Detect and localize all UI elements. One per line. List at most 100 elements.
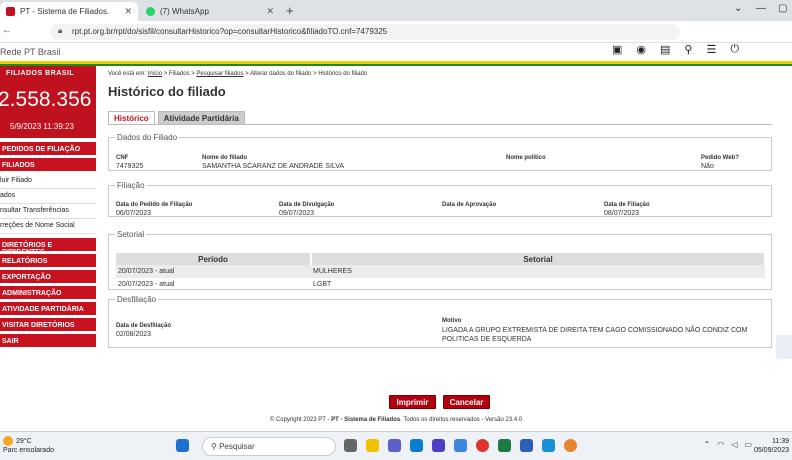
teams-icon[interactable] [388, 439, 401, 452]
excel-icon[interactable] [498, 439, 511, 452]
aprovacao-label: Data de Aprovação [442, 202, 497, 208]
power-icon[interactable]: ⏻ [730, 43, 739, 56]
print-icon[interactable]: ▣ [612, 43, 622, 56]
sidebar-subitem-dados[interactable]: ados [0, 189, 96, 204]
cell-setorial: MULHERES [311, 265, 765, 278]
desfiliacao-legend: Desfiliação [117, 295, 157, 304]
sidebar: FILIADOS BRASIL 2.558.356 5/9/2023 11:39… [0, 66, 96, 386]
breadcrumb-alterar: Alterar dados do filiado [249, 71, 312, 77]
battery-icon[interactable]: ▭ [744, 440, 752, 449]
breadcrumb-inicio[interactable]: Início [148, 71, 162, 77]
url-input[interactable]: rpt.pt.org.br/rpt/do/sisfil/consultarHis… [50, 24, 680, 40]
copyright-suffix: . Todos os direitos reservados - Versão … [400, 417, 523, 423]
search-placeholder: Pesquisar [219, 442, 255, 451]
filiacao-fieldset: Filiação Data do Pedido de Filiação 06/0… [108, 181, 772, 217]
breadcrumb-historico: Histórico do filiado [318, 71, 368, 77]
desfiliacao-date-label: Data de Desfiliação [116, 323, 172, 329]
browser-tab-whatsapp[interactable]: (7) WhatsApp ✕ [140, 2, 280, 21]
sidebar-item-sair[interactable]: Sair [0, 334, 96, 350]
page-tabs: Histórico Atividade Partidária [108, 111, 245, 125]
site-header: Rede PT Brasil ▣ ◉ ▤ ⚲ ☰ ⏻ [0, 43, 792, 63]
column-header-periodo: Período [116, 253, 312, 265]
setorial-fieldset: Setorial Período Setorial 20/07/2023 - a… [108, 230, 772, 290]
edge-icon[interactable] [410, 439, 423, 452]
volume-icon[interactable]: ◁ [731, 440, 737, 449]
pedido-web-value: Não [701, 163, 714, 170]
clock-date: 05/09/2023 [753, 447, 789, 454]
sidebar-item-pedidos[interactable]: Pedidos de Filiação [0, 142, 96, 158]
print-button[interactable]: Imprimir [389, 395, 436, 409]
app-icon[interactable] [564, 439, 577, 452]
taskbar-search[interactable]: ⚲ Pesquisar [202, 437, 336, 456]
sidebar-item-relatorios[interactable]: Relatórios [0, 254, 96, 270]
close-tab-icon[interactable]: ✕ [124, 6, 132, 17]
site-brand: Rede PT Brasil [0, 47, 61, 57]
close-tab-icon[interactable]: ✕ [266, 6, 274, 17]
setorial-legend: Setorial [117, 230, 145, 239]
setorial-table: Período Setorial 20/07/2023 - atual MULH… [116, 253, 766, 291]
sidebar-subitem-incluir[interactable]: luir Filiado [0, 174, 96, 189]
weather-temp: 29°C [16, 437, 32, 445]
clock-time: 11:39 [772, 438, 789, 445]
sidebar-subitem-nome-social[interactable]: rreções de Nome Social [0, 219, 96, 234]
task-view-icon[interactable] [344, 439, 357, 452]
copyright-system: PT - Sistema de Filiados [331, 417, 401, 423]
breadcrumb-prefix: Você está em: [108, 71, 147, 77]
breadcrumb-filiados: Filiados [168, 71, 190, 77]
counter-label: FILIADOS BRASIL [6, 70, 75, 77]
weather-widget[interactable]: 29°C Parc ensolarado [3, 436, 54, 455]
file-explorer-icon[interactable] [366, 439, 379, 452]
cnf-value: 7479325 [116, 163, 144, 170]
wifi-icon[interactable]: ◠ [717, 440, 724, 449]
chevron-up-icon[interactable]: ⌃ [704, 440, 711, 449]
tab-search-icon[interactable]: ⌄ [734, 3, 742, 14]
back-icon[interactable]: ← [2, 25, 12, 36]
sidebar-item-diretorios[interactable]: Diretórios e Dirigentes [0, 238, 96, 256]
browser-tab-filiados[interactable]: PT - Sistema de Filiados. ✕ [0, 2, 138, 21]
windows-taskbar: 29°C Parc ensolarado ⚲ Pesquisar ⌃ ◠ ◁ ▭… [0, 431, 792, 460]
cell-periodo: 20/07/2023 - atual [118, 281, 175, 288]
browser-tab-bar: PT - Sistema de Filiados. ✕ (7) WhatsApp… [0, 0, 792, 21]
tab-atividade-partidaria[interactable]: Atividade Partidária [157, 111, 245, 125]
nome-politico-label: Nome político [506, 155, 546, 161]
sidebar-item-exportacao[interactable]: Exportação [0, 270, 96, 286]
divulgacao-value: 09/07/2023 [279, 210, 315, 217]
filiacao-date-value: 08/07/2023 [604, 210, 640, 217]
sidebar-item-atividade[interactable]: Atividade Partidária [0, 302, 96, 318]
cell-periodo: 20/07/2023 - atual [116, 265, 311, 278]
system-clock[interactable]: 11:39 05/09/2023 [754, 437, 789, 455]
cell-setorial: LGBT [313, 281, 332, 288]
word-icon[interactable] [520, 439, 533, 452]
chrome-icon[interactable] [476, 439, 489, 452]
store-icon[interactable] [454, 439, 467, 452]
cancel-button[interactable]: Cancelar [443, 395, 490, 409]
document-icon[interactable]: ▤ [660, 43, 670, 56]
side-panel-handle[interactable] [776, 335, 792, 359]
lock-icon[interactable]: 🔒︎ [58, 26, 62, 36]
outlook-icon[interactable] [542, 439, 555, 452]
system-tray: ⌃ ◠ ◁ ▭ [704, 440, 752, 449]
sidebar-subitem-transferencias[interactable]: nsultar Transferências [0, 204, 96, 219]
view-icon[interactable]: ◉ [636, 43, 646, 56]
sidebar-item-visitar[interactable]: Visitar Diretórios [0, 318, 96, 334]
motivo-label: Motivo [442, 318, 462, 324]
sidebar-item-filiados[interactable]: Filiados [0, 158, 96, 174]
maximize-icon[interactable]: ▢ [778, 3, 787, 14]
cnf-label: CNF [116, 155, 129, 161]
page-title: Histórico do filiado [108, 84, 226, 99]
address-bar-row: ← rpt.pt.org.br/rpt/do/sisfil/consultarH… [0, 21, 792, 58]
search-icon[interactable]: ⚲ [684, 43, 692, 56]
new-tab-button[interactable]: + [286, 3, 294, 18]
sidebar-item-administracao[interactable]: Administração [0, 286, 96, 302]
tab-historico[interactable]: Histórico [108, 111, 155, 125]
counter-value: 2.558.356 [0, 88, 92, 111]
taskbar-apps [344, 439, 577, 452]
breadcrumb-pesquisar[interactable]: Pesquisar filiados [196, 71, 243, 77]
sidebar-menu: Pedidos de Filiação Filiados luir Filiad… [0, 142, 96, 350]
app-icon[interactable] [432, 439, 445, 452]
taskbar-left-icons [176, 439, 189, 452]
list-icon[interactable]: ☰ [706, 43, 716, 56]
minimize-icon[interactable]: — [756, 3, 766, 14]
windows-start-icon[interactable] [176, 439, 189, 452]
pt-favicon-icon [6, 7, 15, 16]
